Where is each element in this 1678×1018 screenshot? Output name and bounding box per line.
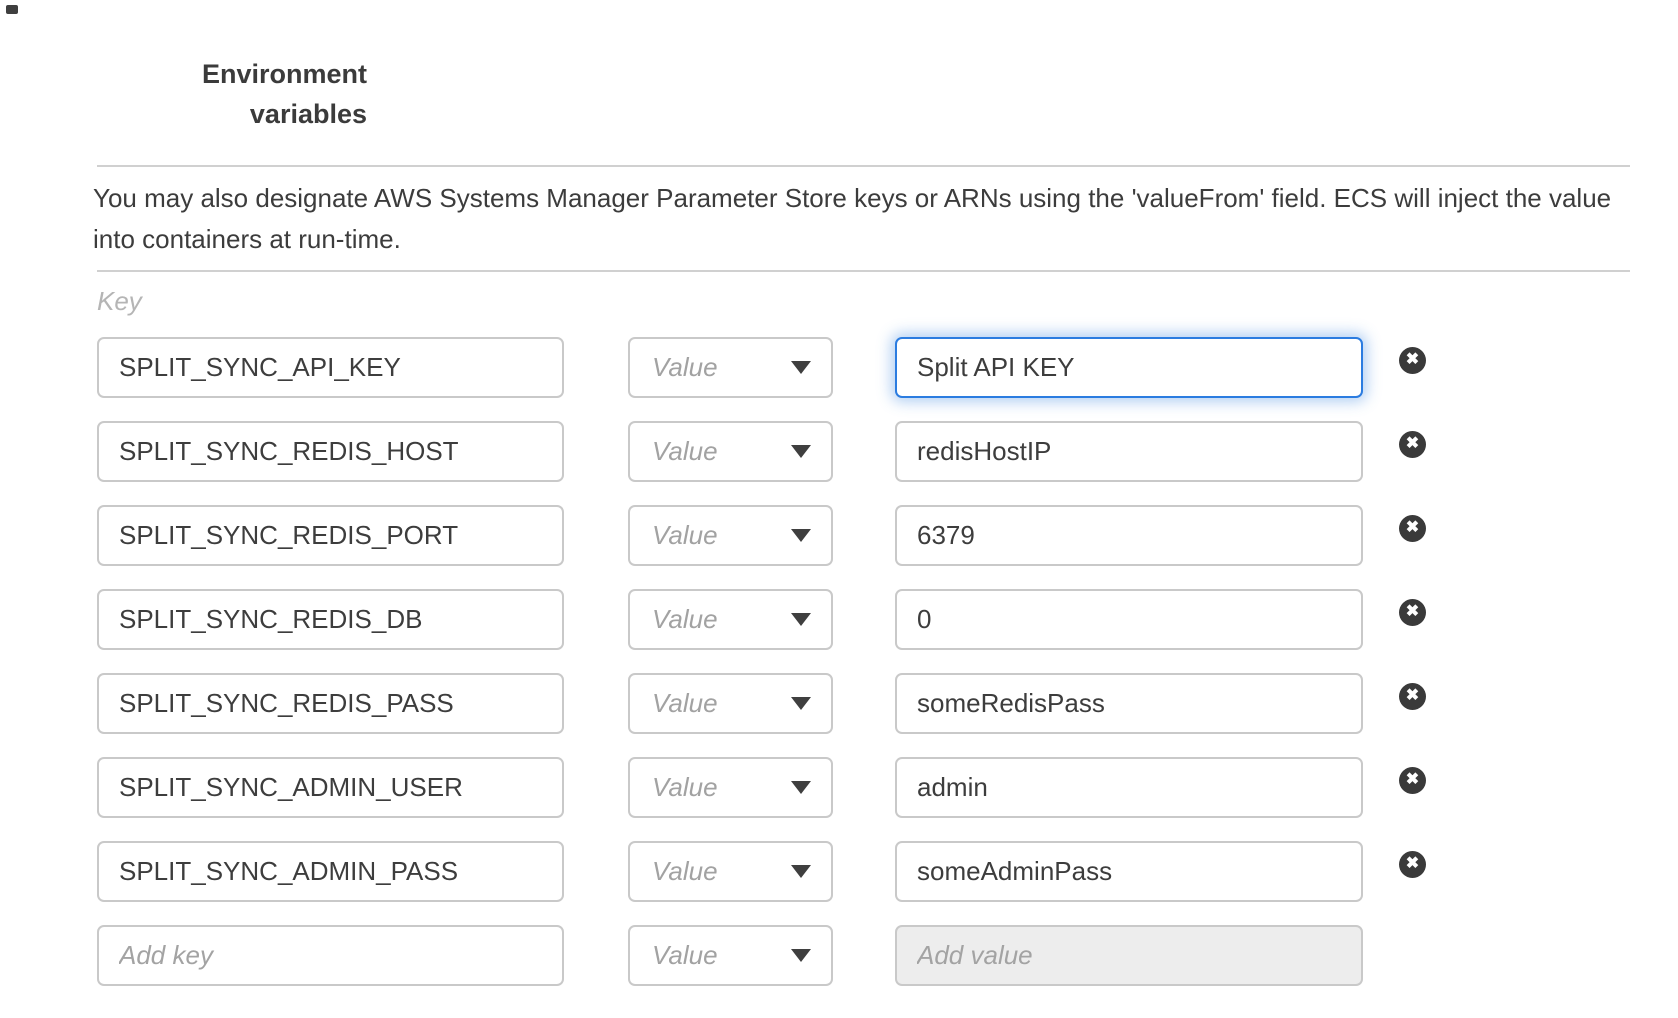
circle-x-icon: ✖ (1406, 604, 1419, 620)
remove-row-button[interactable]: ✖ (1399, 431, 1426, 458)
env-type-dropdown[interactable]: Value (628, 589, 833, 650)
environment-variables-label-line2: variables (60, 94, 367, 134)
remove-row-button[interactable]: ✖ (1399, 767, 1426, 794)
chevron-down-icon (791, 781, 811, 794)
env-type-dropdown[interactable]: Value (628, 505, 833, 566)
chevron-down-icon (791, 865, 811, 878)
env-type-selected-value: Value (652, 688, 718, 719)
remove-row-button[interactable]: ✖ (1399, 599, 1426, 626)
bottom-divider (97, 270, 1630, 272)
circle-x-icon: ✖ (1406, 436, 1419, 452)
chevron-down-icon (791, 361, 811, 374)
env-value-input[interactable] (895, 589, 1363, 650)
env-type-selected-value: Value (652, 352, 718, 383)
env-type-selected-value: Value (652, 940, 718, 971)
env-var-rows: Value ✖ Value ✖ Value (97, 337, 1426, 1009)
env-key-input[interactable] (97, 421, 564, 482)
environment-variables-label: Environment variables (60, 54, 367, 134)
add-value-input[interactable] (895, 925, 1363, 986)
circle-x-icon: ✖ (1406, 856, 1419, 872)
remove-row-button[interactable]: ✖ (1399, 347, 1426, 374)
env-type-selected-value: Value (652, 856, 718, 887)
env-var-row: Value ✖ (97, 673, 1426, 734)
env-type-dropdown[interactable]: Value (628, 757, 833, 818)
env-type-selected-value: Value (652, 436, 718, 467)
env-var-row: Value (97, 925, 1426, 986)
env-type-dropdown[interactable]: Value (628, 925, 833, 986)
circle-x-icon: ✖ (1406, 688, 1419, 704)
env-type-dropdown[interactable]: Value (628, 841, 833, 902)
remove-row-button[interactable]: ✖ (1399, 851, 1426, 878)
env-key-input[interactable] (97, 673, 564, 734)
env-var-row: Value ✖ (97, 421, 1426, 482)
env-var-row: Value ✖ (97, 589, 1426, 650)
env-type-selected-value: Value (652, 520, 718, 551)
chevron-down-icon (791, 949, 811, 962)
chevron-down-icon (791, 529, 811, 542)
env-type-selected-value: Value (652, 772, 718, 803)
env-value-input[interactable] (895, 421, 1363, 482)
env-key-input[interactable] (97, 505, 564, 566)
env-type-selected-value: Value (652, 604, 718, 635)
env-value-input[interactable] (895, 673, 1363, 734)
env-type-dropdown[interactable]: Value (628, 421, 833, 482)
remove-row-button[interactable]: ✖ (1399, 683, 1426, 710)
env-key-input[interactable] (97, 337, 564, 398)
chevron-down-icon (791, 613, 811, 626)
remove-row-button[interactable]: ✖ (1399, 515, 1426, 542)
add-key-input[interactable] (97, 925, 564, 986)
chevron-down-icon (791, 697, 811, 710)
top-divider (97, 165, 1630, 167)
env-key-input[interactable] (97, 841, 564, 902)
env-var-row: Value ✖ (97, 505, 1426, 566)
circle-x-icon: ✖ (1406, 352, 1419, 368)
circle-x-icon: ✖ (1406, 772, 1419, 788)
env-var-row: Value ✖ (97, 757, 1426, 818)
environment-variables-label-line1: Environment (60, 54, 367, 94)
clipped-content-fragment (6, 5, 18, 14)
circle-x-icon: ✖ (1406, 520, 1419, 536)
ecs-env-variables-form: Environment variables You may also desig… (0, 0, 1678, 1018)
env-value-input[interactable] (895, 841, 1363, 902)
env-value-input[interactable] (895, 505, 1363, 566)
env-value-input[interactable] (895, 757, 1363, 818)
env-key-input[interactable] (97, 757, 564, 818)
env-var-row: Value ✖ (97, 841, 1426, 902)
env-type-dropdown[interactable]: Value (628, 337, 833, 398)
key-column-header: Key (97, 286, 142, 317)
env-var-row: Value ✖ (97, 337, 1426, 398)
env-type-dropdown[interactable]: Value (628, 673, 833, 734)
env-value-input[interactable] (895, 337, 1363, 398)
description-text: You may also designate AWS Systems Manag… (93, 178, 1630, 260)
chevron-down-icon (791, 445, 811, 458)
env-key-input[interactable] (97, 589, 564, 650)
